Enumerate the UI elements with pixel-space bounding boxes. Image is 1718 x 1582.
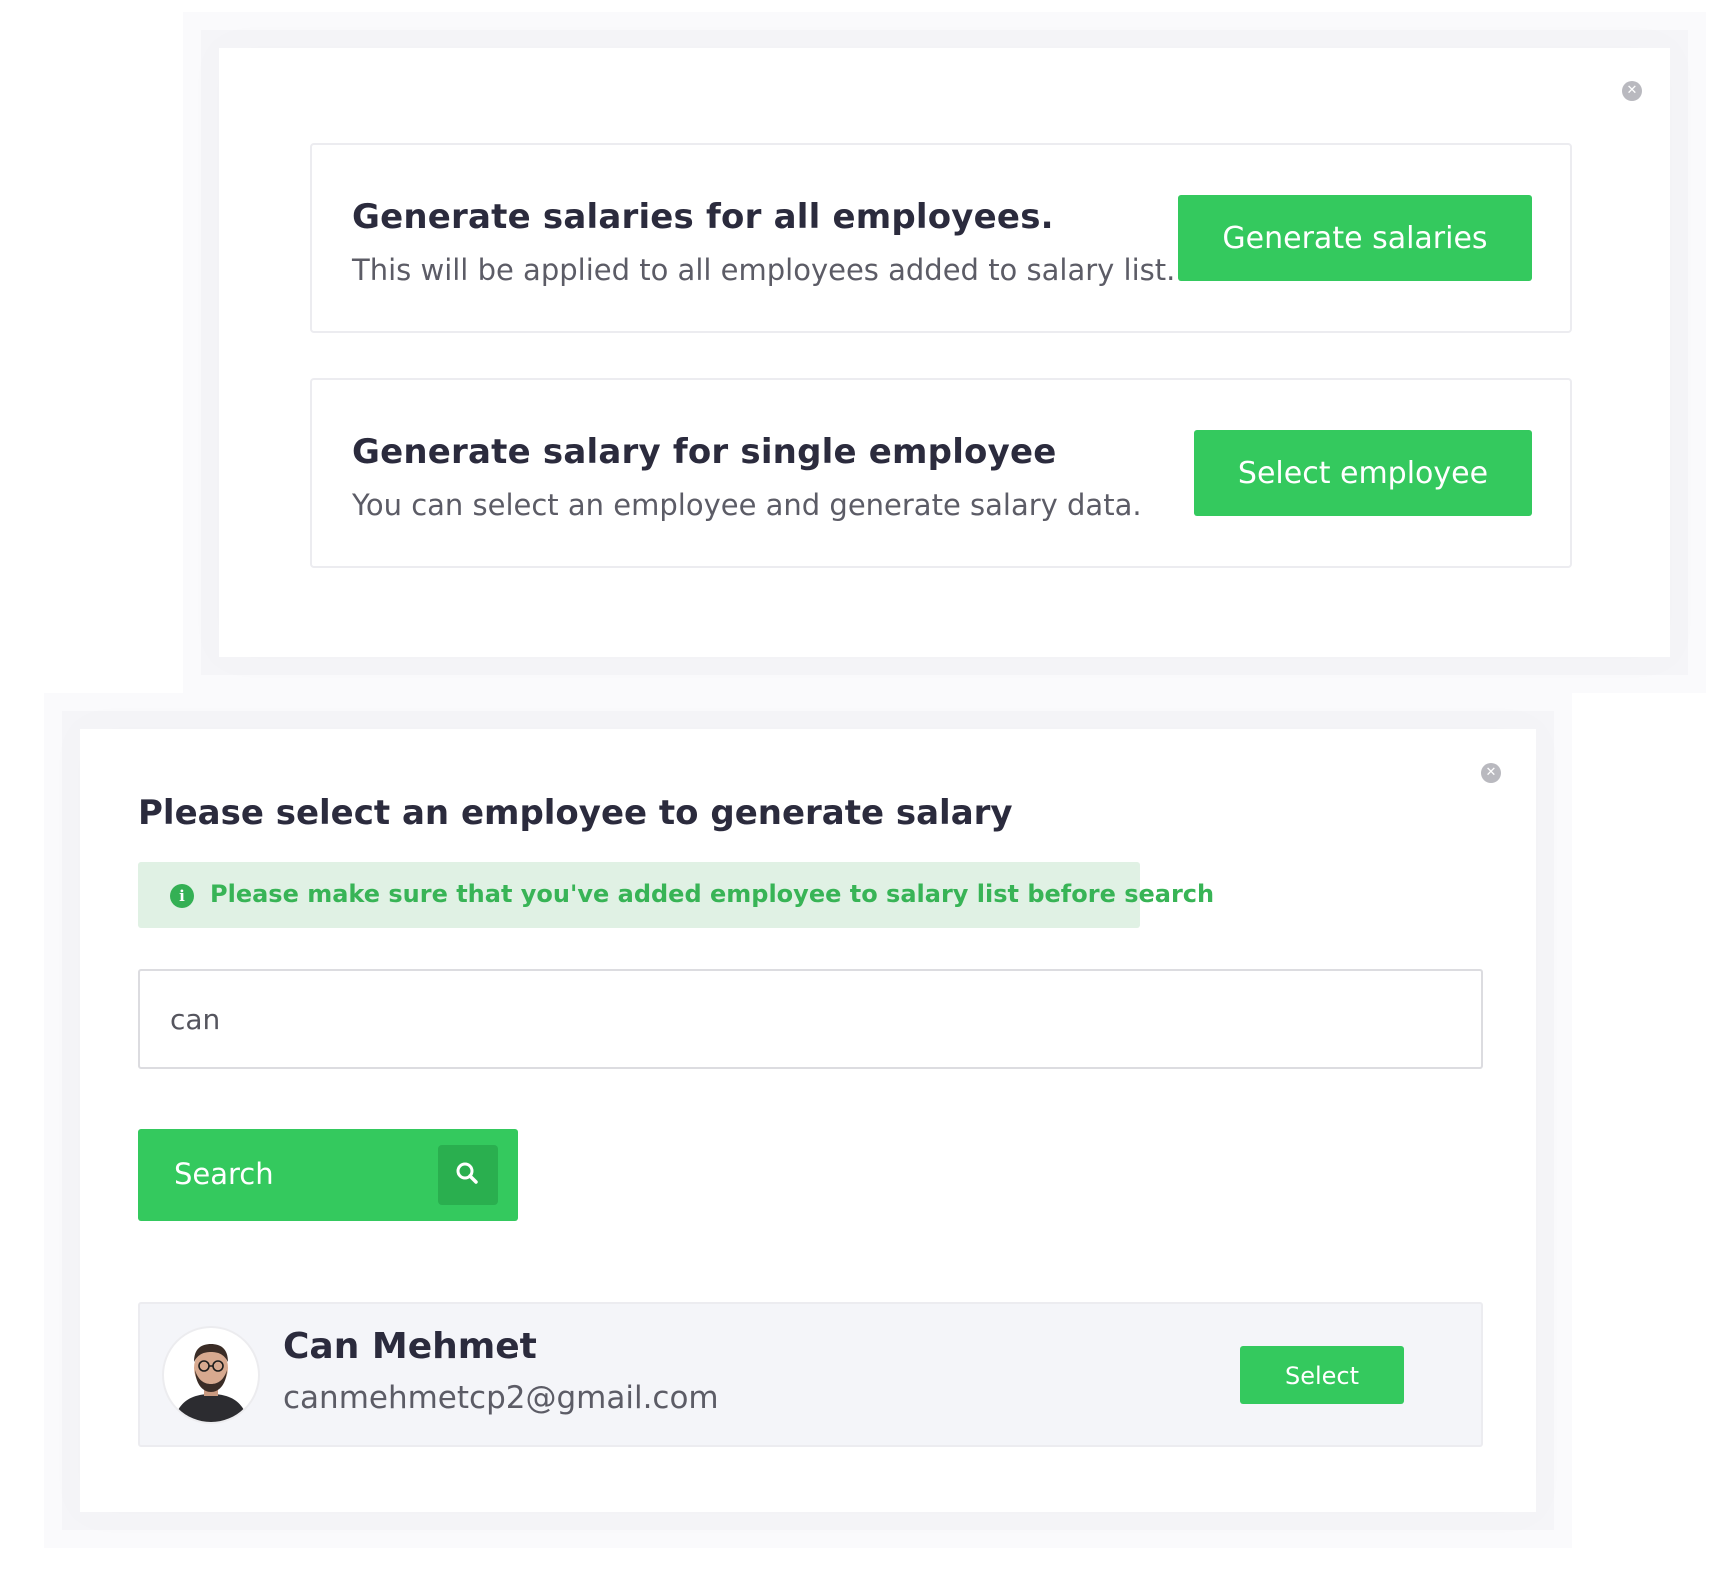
generate-all-description: This will be applied to all employees ad… [352,253,1176,287]
close-icon[interactable]: ✕ [1481,763,1501,783]
select-employee-button[interactable]: Select employee [1194,430,1532,516]
info-icon: i [170,884,194,908]
employee-email: canmehmetcp2@gmail.com [283,1380,719,1416]
info-notice: i Please make sure that you've added emp… [138,862,1214,928]
generate-single-title: Generate salary for single employee [352,432,1057,472]
select-button[interactable]: Select [1240,1346,1404,1404]
search-button-label: Search [174,1157,274,1191]
search-icon [438,1145,498,1205]
avatar [162,1326,260,1424]
generate-single-description: You can select an employee and generate … [352,488,1142,522]
search-button[interactable]: Search [138,1129,518,1221]
select-employee-modal: ✕ Please select an employee to generate … [80,729,1536,1512]
notice-text: Please make sure that you've added emplo… [210,880,1215,908]
search-input[interactable] [138,969,1483,1069]
generate-salary-modal: ✕ Generate salaries for all employees. T… [219,48,1670,657]
close-icon[interactable]: ✕ [1622,81,1642,101]
generate-all-card: Generate salaries for all employees. Thi… [310,143,1572,333]
generate-salaries-button[interactable]: Generate salaries [1178,195,1532,281]
generate-all-title: Generate salaries for all employees. [352,197,1054,237]
modal-title: Please select an employee to generate sa… [138,793,1013,833]
employee-result-row: Can Mehmet canmehmetcp2@gmail.com Select [138,1302,1483,1447]
employee-name: Can Mehmet [283,1326,537,1367]
generate-single-card: Generate salary for single employee You … [310,378,1572,568]
